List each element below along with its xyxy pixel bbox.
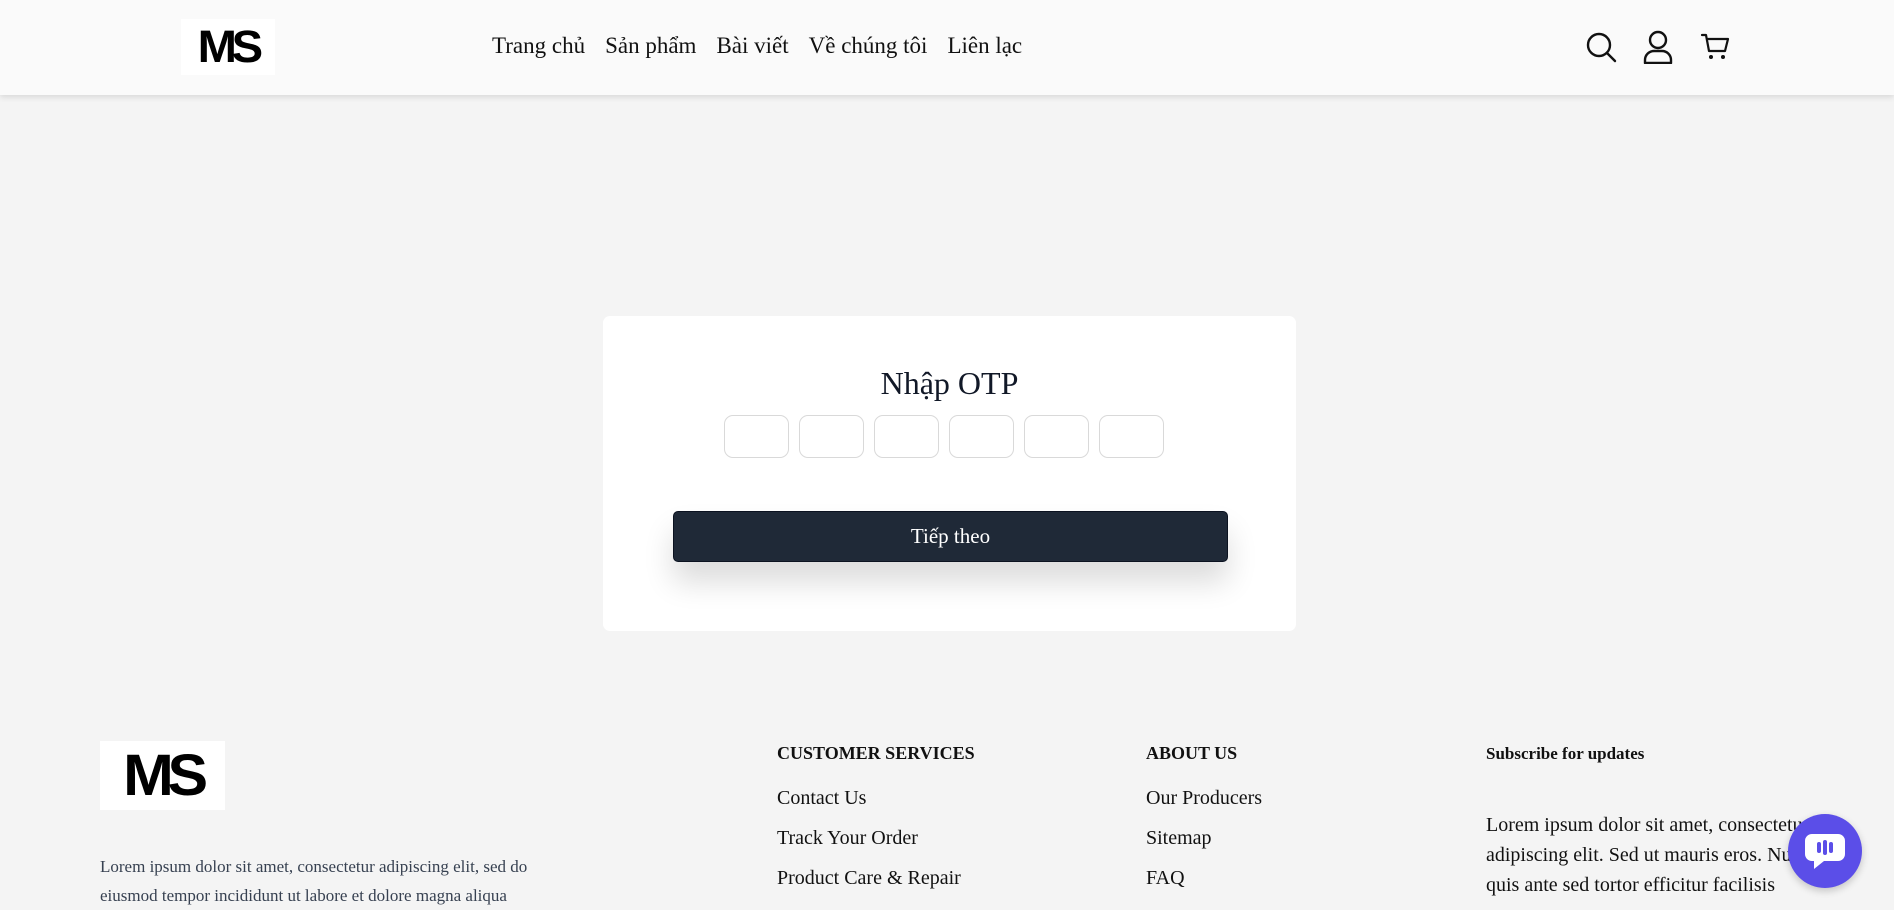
link-faq[interactable]: FAQ xyxy=(1146,866,1262,906)
chat-icon xyxy=(1805,834,1845,869)
otp-digit-4[interactable] xyxy=(949,415,1014,458)
otp-title: Nhập OTP xyxy=(880,365,1019,401)
search-icon[interactable] xyxy=(1584,30,1618,64)
otp-digit-6[interactable] xyxy=(1099,415,1164,458)
nav-articles[interactable]: Bài viết xyxy=(716,33,788,59)
otp-card: Nhập OTP Tiếp theo xyxy=(603,316,1296,631)
otp-inputs xyxy=(724,415,1164,458)
about-us-heading: ABOUT US xyxy=(1146,743,1238,763)
link-our-producers[interactable]: Our Producers xyxy=(1146,786,1262,826)
subscribe-text: Lorem ipsum dolor sit amet, consectetur … xyxy=(1486,814,1812,896)
chat-button[interactable] xyxy=(1788,814,1862,888)
link-track-order[interactable]: Track Your Order xyxy=(777,826,961,866)
nav-about[interactable]: Về chúng tôi xyxy=(809,33,928,59)
nav-products[interactable]: Sản phẩm xyxy=(605,33,696,59)
nav-home[interactable]: Trang chủ xyxy=(492,33,585,59)
about-us-links: Our Producers Sitemap FAQ xyxy=(1146,786,1262,906)
logo-text: MS xyxy=(197,21,264,72)
user-icon[interactable] xyxy=(1641,30,1675,64)
cart-icon[interactable] xyxy=(1699,30,1733,64)
site-header: MS Trang chủ Sản phẩm Bài viết Về chúng … xyxy=(0,0,1894,95)
customer-services-links: Contact Us Track Your Order Product Care… xyxy=(777,786,961,906)
site-logo[interactable]: MS xyxy=(181,19,275,75)
otp-digit-5[interactable] xyxy=(1024,415,1089,458)
link-contact-us[interactable]: Contact Us xyxy=(777,786,961,826)
customer-services-heading: CUSTOMER SERVICES xyxy=(777,743,975,763)
footer-about-text: Lorem ipsum dolor sit amet, consectetur … xyxy=(100,857,528,905)
footer-logo[interactable]: MS xyxy=(100,741,225,810)
nav-contact[interactable]: Liên lạc xyxy=(947,33,1022,59)
subscribe-heading: Subscribe for updates xyxy=(1486,744,1645,763)
otp-digit-1[interactable] xyxy=(724,415,789,458)
otp-digit-3[interactable] xyxy=(874,415,939,458)
otp-digit-2[interactable] xyxy=(799,415,864,458)
main-nav: Trang chủ Sản phẩm Bài viết Về chúng tôi… xyxy=(492,33,1022,59)
link-sitemap[interactable]: Sitemap xyxy=(1146,826,1262,866)
footer-logo-text: MS xyxy=(123,743,208,808)
next-button[interactable]: Tiếp theo xyxy=(673,511,1228,562)
link-product-care[interactable]: Product Care & Repair xyxy=(777,866,961,906)
